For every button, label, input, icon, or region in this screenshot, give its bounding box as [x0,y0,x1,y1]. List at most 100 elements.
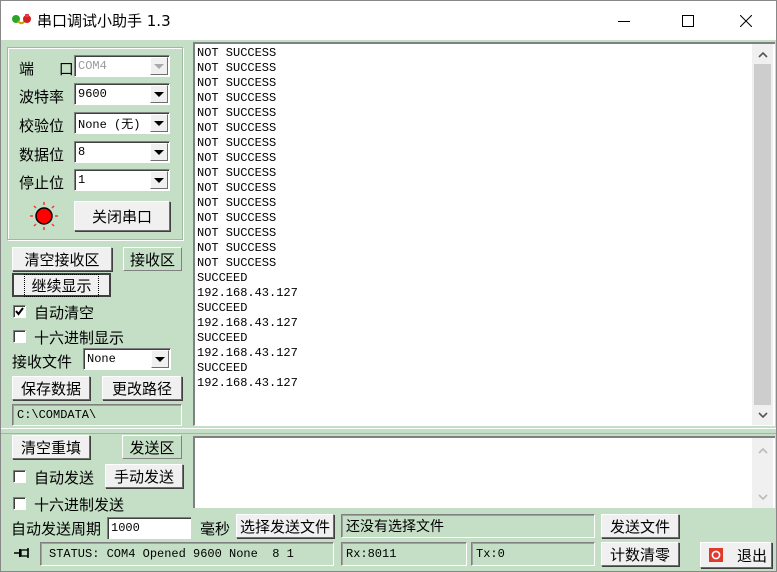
receive-textarea[interactable]: NOT SUCCESS NOT SUCCESS NOT SUCCESS NOT SUC… [193,42,775,426]
continue-display-button[interactable]: 继续显示 [12,273,111,297]
hex-display-label: 十六进制显示 [34,329,125,347]
clear-receive-button[interactable]: 清空接收区 [12,247,112,271]
send-period-input[interactable]: 1000 [107,517,191,539]
receive-area-label: 接收区 [123,247,182,271]
port-select[interactable]: COM4 [74,55,170,77]
parity-label: 校验位 [19,117,65,135]
scroll-up-button[interactable] [754,46,771,63]
send-file-button[interactable]: 发送文件 [601,514,679,538]
baud-select[interactable]: 9600 [74,83,170,105]
chevron-up-icon [757,447,768,454]
receive-file-dropdown-button[interactable] [151,350,169,368]
stopbits-value: 1 [78,173,86,187]
port-value: COM4 [78,59,107,73]
choose-send-file-button[interactable]: 选择发送文件 [236,514,334,538]
checkmark-icon [15,307,24,316]
chevron-down-icon [154,91,164,97]
receive-line: NOT SUCCESS [197,166,277,180]
stopbits-label: 停止位 [19,174,65,192]
receive-line: NOT SUCCESS [197,76,277,90]
serial-port-plug-icon [12,14,31,25]
scrollbar-thumb[interactable] [754,64,771,405]
receive-line: NOT SUCCESS [197,211,277,225]
window-title: 串口调试小助手 1.3 [37,12,171,30]
exit-label: 退出 [737,546,768,565]
receive-text: NOT SUCCESS NOT SUCCESS NOT SUCCESS NOT SUC… [197,46,747,391]
send-file-status: 还没有选择文件 [341,514,595,538]
receive-file-value: None [87,352,116,366]
auto-clear-label: 自动清空 [34,304,95,322]
auto-clear-checkbox[interactable] [13,305,26,318]
receive-scrollbar[interactable] [752,44,773,425]
chevron-down-icon [757,493,768,500]
chevron-down-icon [757,411,768,418]
status-text: STATUS: COM4 Opened 9600 None 8 1 [40,542,334,566]
send-period-label: 自动发送周期 [11,520,102,538]
power-icon [709,548,723,562]
title-bar: 串口调试小助手 1.3 [0,0,777,40]
auto-send-label: 自动发送 [34,469,95,487]
maximize-button[interactable] [665,1,711,41]
maximize-icon [682,15,694,27]
receive-line: NOT SUCCESS [197,106,277,120]
parity-value: None (无) [78,117,141,132]
minimize-button[interactable] [601,1,647,41]
receive-line: SUCCEED [197,361,248,375]
databits-dropdown-button[interactable] [150,143,168,161]
parity-dropdown-button[interactable] [150,114,168,132]
receive-line: NOT SUCCESS [197,136,277,150]
databits-select[interactable]: 8 [74,141,170,163]
receive-line: 192.168.43.127 [197,286,298,300]
receive-line: 192.168.43.127 [197,376,298,390]
send-textarea[interactable] [193,436,775,508]
close-button[interactable] [723,1,769,41]
send-area-label: 发送区 [122,435,182,459]
chevron-up-icon [757,51,768,58]
chevron-down-icon [154,120,164,126]
hex-send-label: 十六进制发送 [34,496,125,514]
stopbits-select[interactable]: 1 [74,169,170,191]
receive-line: NOT SUCCESS [197,256,277,270]
receive-line: NOT SUCCESS [197,241,277,255]
baud-label: 波特率 [19,88,65,106]
auto-send-checkbox[interactable] [13,470,26,483]
scroll-down-button[interactable] [754,406,771,423]
receive-line: SUCCEED [197,271,248,285]
receive-line: SUCCEED [197,331,248,345]
save-data-button[interactable]: 保存数据 [12,376,90,400]
receive-line: 192.168.43.127 [197,346,298,360]
hex-send-checkbox[interactable] [13,497,26,510]
receive-line: NOT SUCCESS [197,121,277,135]
scroll-up-button[interactable] [754,442,771,459]
change-path-button[interactable]: 更改路径 [102,376,182,400]
period-unit-label: 毫秒 [200,520,231,538]
databits-label: 数据位 [19,146,65,164]
continue-display-label: 继续显示 [24,273,99,297]
receive-line: NOT SUCCESS [197,61,277,75]
receive-file-label: 接收文件 [12,353,73,371]
scroll-down-button[interactable] [754,488,771,505]
pin-icon [14,548,29,558]
port-dropdown-button[interactable] [150,57,168,75]
receive-file-select[interactable]: None [83,348,171,370]
reset-counter-button[interactable]: 计数清零 [601,542,679,566]
close-port-button[interactable]: 关闭串口 [74,201,170,231]
receive-line: 192.168.43.127 [197,316,298,330]
close-icon [740,15,752,27]
manual-send-button[interactable]: 手动发送 [105,464,183,488]
baud-dropdown-button[interactable] [150,85,168,103]
hex-display-checkbox[interactable] [13,330,26,343]
chevron-down-icon [154,149,164,155]
receive-line: NOT SUCCESS [197,91,277,105]
receive-line: NOT SUCCESS [197,181,277,195]
parity-select[interactable]: None (无) [74,112,170,134]
receive-line: NOT SUCCESS [197,151,277,165]
exit-button[interactable]: 退出 [700,542,772,568]
receive-line: NOT SUCCESS [197,46,277,60]
stopbits-dropdown-button[interactable] [150,171,168,189]
databits-value: 8 [78,145,86,159]
receive-line: NOT SUCCESS [197,226,277,240]
chevron-down-icon [155,356,165,362]
clear-send-button[interactable]: 清空重填 [12,435,90,459]
send-scrollbar[interactable] [752,438,773,508]
